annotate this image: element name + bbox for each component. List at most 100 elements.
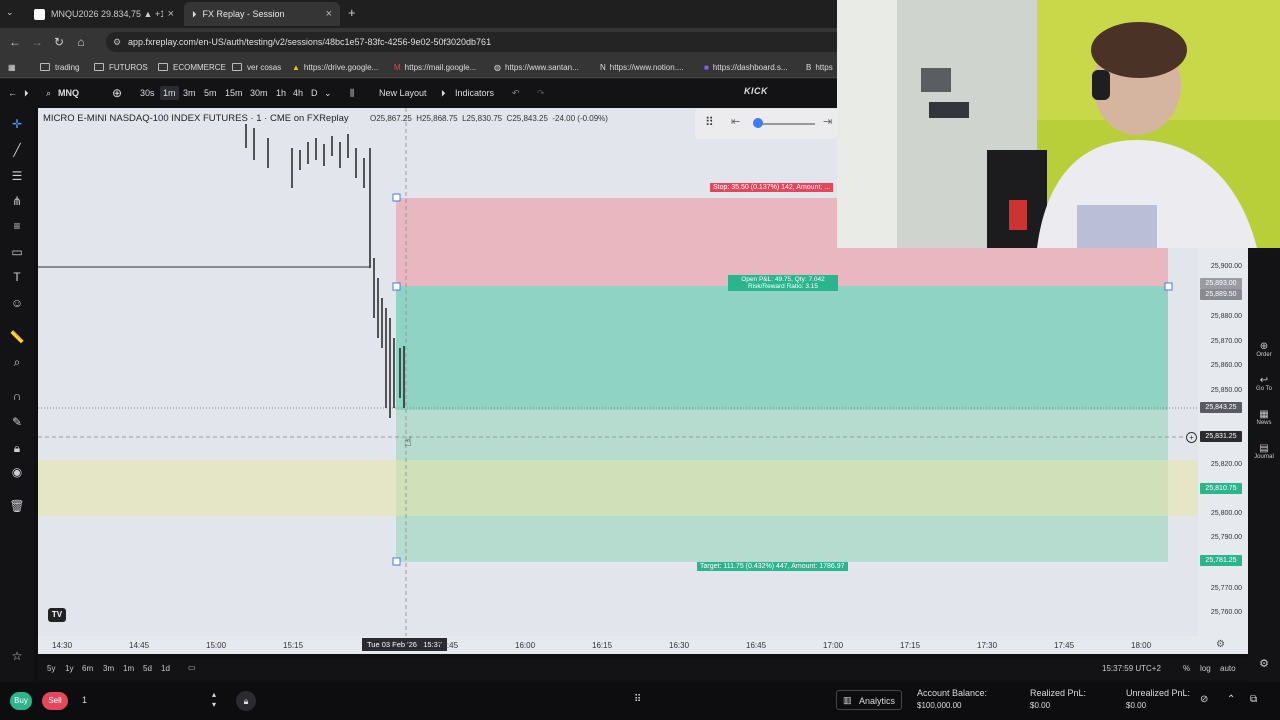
apps-grid-icon[interactable]: ▦ xyxy=(8,60,16,74)
bookmark-link[interactable]: ■ https://dashboard.s... xyxy=(704,60,788,74)
timeframe-d[interactable]: D xyxy=(311,86,318,100)
symbol-search-icon[interactable]: ⌕ xyxy=(46,86,51,100)
timeframe-15m[interactable]: 15m xyxy=(225,86,243,100)
browser-tab-active[interactable]: ⏵ FX Replay - Session × xyxy=(184,2,340,26)
zoom-icon[interactable]: ⌕ xyxy=(8,353,26,371)
bookmark-link[interactable]: Bhttps xyxy=(806,60,833,74)
order-lock-icon[interactable]: 🔒︎ xyxy=(236,691,256,711)
candle-type-icon[interactable]: ⫼ xyxy=(350,86,354,100)
bookmark-link[interactable]: ▲ https://drive.google... xyxy=(292,60,378,74)
reload-icon[interactable]: ↻ xyxy=(48,35,70,49)
range-5d[interactable]: 5d xyxy=(143,664,152,673)
bookmark-folder[interactable]: ECOMMERCE xyxy=(158,60,226,74)
add-alert-plus-icon[interactable]: + xyxy=(1186,432,1197,443)
panel-grid-icon[interactable]: ⠿ xyxy=(634,694,641,705)
timeframe-3m[interactable]: 3m xyxy=(183,86,196,100)
indicators-button[interactable]: Indicators xyxy=(455,86,494,100)
tab-list-chevron-icon[interactable]: ⌄ xyxy=(6,7,14,18)
trash-icon[interactable]: 🗑︎ xyxy=(8,497,26,515)
step-forward-icon[interactable]: ⇥ xyxy=(823,115,832,128)
speed-slider-track[interactable] xyxy=(755,123,815,125)
step-back-icon[interactable]: ⇤ xyxy=(731,115,740,128)
axis-settings-gear-icon[interactable]: ⚙ xyxy=(1216,639,1225,650)
folder-icon xyxy=(94,63,104,71)
trend-line-icon[interactable]: ╱ xyxy=(8,141,26,159)
collapse-chevron-up-icon[interactable]: ⌃ xyxy=(1227,694,1235,705)
timeframe-30s[interactable]: 30s xyxy=(140,86,155,100)
pencil-lock-icon[interactable]: ✎ xyxy=(8,413,26,431)
hide-eye-slash-icon[interactable]: ⊘ xyxy=(1200,694,1208,705)
symbol-name[interactable]: MNQ xyxy=(58,86,79,100)
indicators-icon[interactable]: ⏵ xyxy=(441,86,446,100)
eye-icon[interactable]: ◉ xyxy=(8,463,26,481)
forward-arrow-icon[interactable]: → xyxy=(26,35,48,49)
new-tab-plus-icon[interactable]: + xyxy=(348,5,356,20)
back-arrow-icon[interactable]: ← xyxy=(4,35,26,49)
range-1d[interactable]: 1d xyxy=(161,664,170,673)
quantity-stepper[interactable]: 1 ▴ ▾ xyxy=(76,690,226,710)
lock-icon[interactable]: 🔒︎ xyxy=(8,439,26,457)
order-button[interactable]: ⊕ Order xyxy=(1248,341,1280,358)
auto-toggle[interactable]: auto xyxy=(1220,664,1236,673)
pitchfork-icon[interactable]: ⋔ xyxy=(8,192,26,210)
entry-handle-left[interactable] xyxy=(392,282,401,291)
bookmark-link[interactable]: Mhttps://mail.google... xyxy=(394,60,476,74)
analytics-button[interactable]: ▥ Analytics xyxy=(836,690,902,710)
new-layout-button[interactable]: New Layout xyxy=(379,86,427,100)
back-arrow-icon[interactable]: ← xyxy=(8,86,17,100)
close-tab-icon[interactable]: × xyxy=(326,8,332,20)
fib-retracement-icon[interactable]: ≡ xyxy=(8,217,26,235)
close-tab-icon[interactable]: × xyxy=(168,8,174,20)
timeframe-1m[interactable]: 1m xyxy=(160,86,179,100)
goto-date-calendar-icon[interactable]: ▭ xyxy=(188,663,196,672)
horizontal-lines-icon[interactable]: ☰ xyxy=(8,167,26,185)
timeframe-30m[interactable]: 30m xyxy=(250,86,268,100)
range-6m[interactable]: 6m xyxy=(82,664,93,673)
stop-handle[interactable] xyxy=(392,193,401,202)
emoji-icon[interactable]: ☺ xyxy=(8,294,26,312)
ruler-icon[interactable]: 📏 xyxy=(8,328,26,346)
timeframe-chevron-down-icon[interactable]: ⌄ xyxy=(324,86,332,100)
journal-button[interactable]: ▤ Journal xyxy=(1248,443,1280,460)
entry-handle-right[interactable] xyxy=(1164,282,1173,291)
magnet-icon[interactable]: ∩ xyxy=(8,387,26,405)
target-handle[interactable] xyxy=(392,557,401,566)
undo-icon[interactable]: ↶ xyxy=(512,86,520,100)
timeframe-5m[interactable]: 5m xyxy=(204,86,217,100)
site-info-icon[interactable]: ⚙ xyxy=(113,32,121,52)
quantity-up-icon[interactable]: ▴ xyxy=(212,690,216,699)
crosshair-cursor-icon[interactable]: ✛ xyxy=(8,115,26,133)
bookmark-link[interactable]: ◍ https://www.santan... xyxy=(494,60,579,74)
star-icon[interactable]: ☆ xyxy=(8,647,26,665)
rectangle-shape-icon[interactable]: ▭ xyxy=(8,243,26,261)
add-symbol-plus-icon[interactable]: ⊕ xyxy=(112,86,122,100)
browser-tab-inactive[interactable]: MNQU2026 29.834,75 ▲ +1.18 × xyxy=(26,2,182,26)
text-tool-icon[interactable]: T xyxy=(8,268,26,286)
drag-handle-icon[interactable]: ⠿ xyxy=(705,115,714,129)
speed-slider-thumb[interactable] xyxy=(753,118,763,128)
sell-button[interactable]: Sell xyxy=(42,692,68,710)
percent-toggle[interactable]: % xyxy=(1183,664,1190,673)
range-1y[interactable]: 1y xyxy=(65,664,73,673)
quantity-down-icon[interactable]: ▾ xyxy=(212,700,216,709)
settings-gear-icon[interactable]: ⚙ xyxy=(1248,657,1280,670)
redo-icon[interactable]: ↷ xyxy=(537,86,545,100)
range-5y[interactable]: 5y xyxy=(47,664,55,673)
bookmark-folder[interactable]: ver cosas xyxy=(232,60,281,74)
target-zone-upper[interactable] xyxy=(396,286,1168,410)
url-field[interactable]: ⚙ app.fxreplay.com/en-US/auth/testing/v2… xyxy=(106,32,866,52)
range-1m[interactable]: 1m xyxy=(123,664,134,673)
log-toggle[interactable]: log xyxy=(1200,664,1211,673)
home-icon[interactable]: ⌂ xyxy=(70,35,92,49)
bookmark-folder[interactable]: FUTUROS xyxy=(94,60,148,74)
news-button[interactable]: ▦ News xyxy=(1248,409,1280,426)
goto-button[interactable]: ↩ Go To xyxy=(1248,375,1280,392)
range-3m[interactable]: 3m xyxy=(103,664,114,673)
popout-window-icon[interactable]: ⧉ xyxy=(1250,694,1257,705)
timeframe-1h[interactable]: 1h xyxy=(276,86,286,100)
buy-button[interactable]: Buy xyxy=(10,692,32,710)
time-axis[interactable]: 14:30 14:45 15:00 15:15 Tue 03 Feb '26 1… xyxy=(38,636,1248,654)
bookmark-folder[interactable]: trading xyxy=(40,60,79,74)
bookmark-link[interactable]: Nhttps://www.notion.... xyxy=(600,60,684,74)
timeframe-4h[interactable]: 4h xyxy=(293,86,303,100)
